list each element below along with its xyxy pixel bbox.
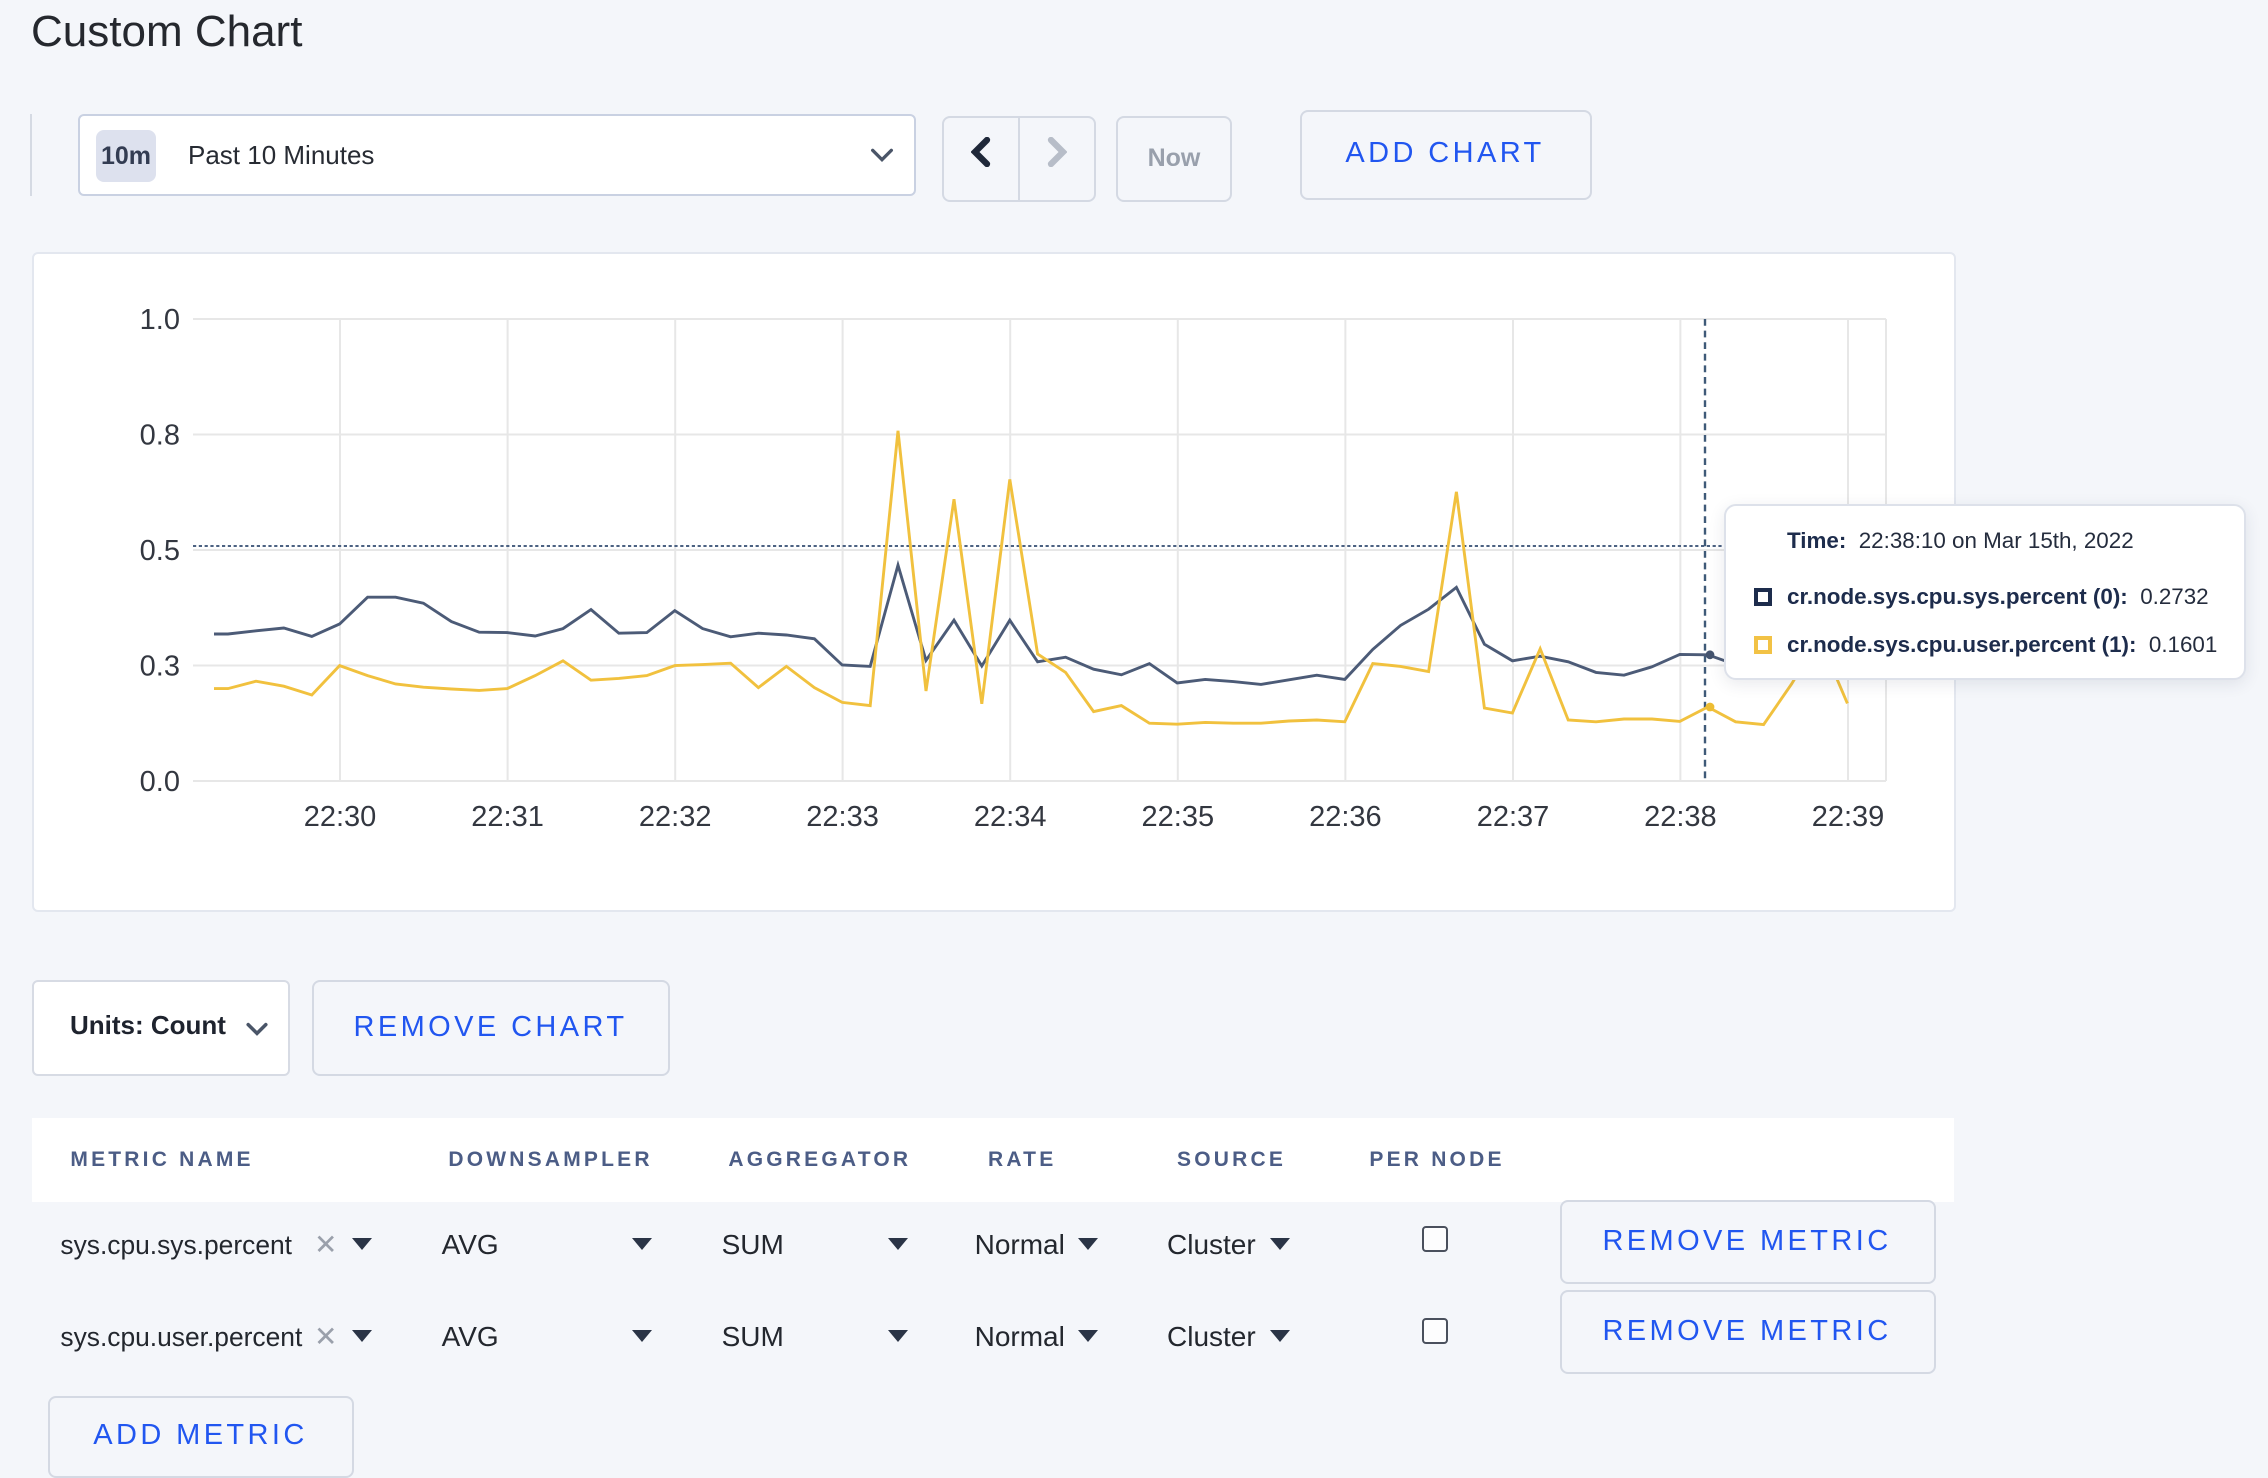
svg-text:0.0: 0.0	[139, 765, 179, 797]
svg-text:22:35: 22:35	[1141, 800, 1214, 832]
svg-text:22:31: 22:31	[470, 800, 543, 832]
svg-text:22:37: 22:37	[1476, 800, 1549, 832]
svg-text:0.8: 0.8	[139, 418, 179, 450]
svg-text:22:39: 22:39	[1811, 800, 1884, 832]
svg-text:22:33: 22:33	[805, 800, 878, 832]
svg-text:22:30: 22:30	[303, 800, 376, 832]
svg-text:22:32: 22:32	[638, 800, 711, 832]
svg-text:1.0: 1.0	[139, 303, 179, 335]
svg-text:22:36: 22:36	[1308, 800, 1381, 832]
svg-text:0.5: 0.5	[139, 534, 179, 566]
svg-text:22:38: 22:38	[1643, 800, 1716, 832]
svg-text:22:34: 22:34	[973, 800, 1046, 832]
svg-text:0.3: 0.3	[139, 650, 179, 682]
